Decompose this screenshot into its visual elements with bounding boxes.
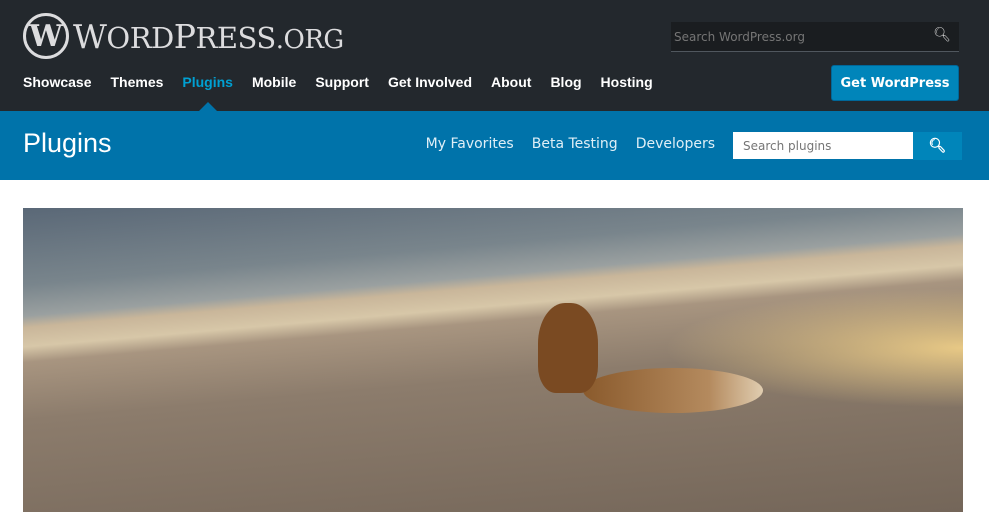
global-header: W WORDPRESS.ORG Showcase Themes Plugins … [0, 0, 989, 111]
main-nav: Showcase Themes Plugins Mobile Support G… [23, 74, 672, 111]
link-beta-testing[interactable]: Beta Testing [532, 136, 618, 152]
link-developers[interactable]: Developers [636, 136, 715, 152]
search-icon[interactable]: 🔍︎ [933, 27, 951, 43]
nav-mobile[interactable]: Mobile [252, 74, 296, 111]
plugins-subnav: My Favorites Beta Testing Developers [426, 136, 715, 152]
nav-themes[interactable]: Themes [110, 74, 163, 111]
nav-get-involved[interactable]: Get Involved [388, 74, 472, 111]
logo-text: WORDPRESS.ORG [73, 16, 344, 56]
nav-blog[interactable]: Blog [550, 74, 581, 111]
nav-about[interactable]: About [491, 74, 531, 111]
global-search-input[interactable] [674, 29, 924, 44]
plugins-header: Plugins My Favorites Beta Testing Develo… [0, 111, 989, 180]
plugin-search-input[interactable] [733, 132, 913, 159]
wordpress-logo[interactable]: W WORDPRESS.ORG [23, 13, 344, 59]
fox-tail [583, 368, 763, 413]
fox-on-beach [538, 303, 598, 393]
page-title[interactable]: Plugins [23, 128, 112, 159]
plugin-search-button[interactable]: 🔍︎ [913, 132, 962, 160]
search-icon: 🔍︎ [928, 138, 947, 154]
get-wordpress-button[interactable]: Get WordPress [831, 65, 959, 101]
nav-plugins[interactable]: Plugins [182, 74, 233, 111]
nav-showcase[interactable]: Showcase [23, 74, 91, 111]
link-my-favorites[interactable]: My Favorites [426, 136, 514, 152]
global-search: 🔍︎ [671, 22, 959, 52]
plugin-search: 🔍︎ [733, 132, 962, 160]
nav-hosting[interactable]: Hosting [601, 74, 653, 111]
nav-support[interactable]: Support [315, 74, 369, 111]
banner-image [23, 208, 963, 512]
wordpress-logo-icon: W [23, 13, 69, 59]
